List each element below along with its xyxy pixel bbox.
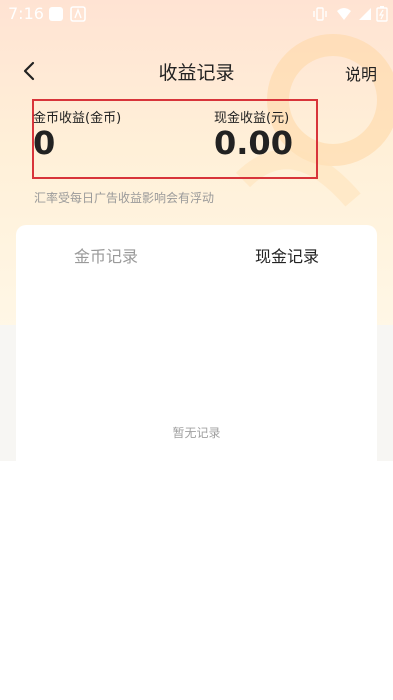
help-button[interactable]: 说明: [345, 61, 377, 85]
app-notification-icon: [49, 7, 63, 21]
status-bar: 7:16: [0, 0, 393, 28]
vibrate-icon: [313, 7, 327, 21]
tab-cash-records[interactable]: 现金记录: [255, 243, 319, 267]
cash-earnings-value: 0.00: [214, 124, 293, 162]
text-notification-icon: [70, 6, 86, 22]
battery-icon: [376, 6, 388, 22]
bottom-area: [0, 461, 393, 700]
signal-icon: [359, 8, 371, 20]
empty-state-text: 暂无记录: [172, 426, 221, 440]
page-title: 收益记录: [158, 62, 235, 84]
tab-coin-records[interactable]: 金币记录: [74, 243, 138, 267]
coin-earnings-value: 0: [33, 124, 56, 162]
status-time: 7:16: [8, 4, 44, 23]
exchange-rate-note: 汇率受每日广告收益影响会有浮动: [34, 191, 215, 205]
wifi-icon: [337, 8, 351, 20]
